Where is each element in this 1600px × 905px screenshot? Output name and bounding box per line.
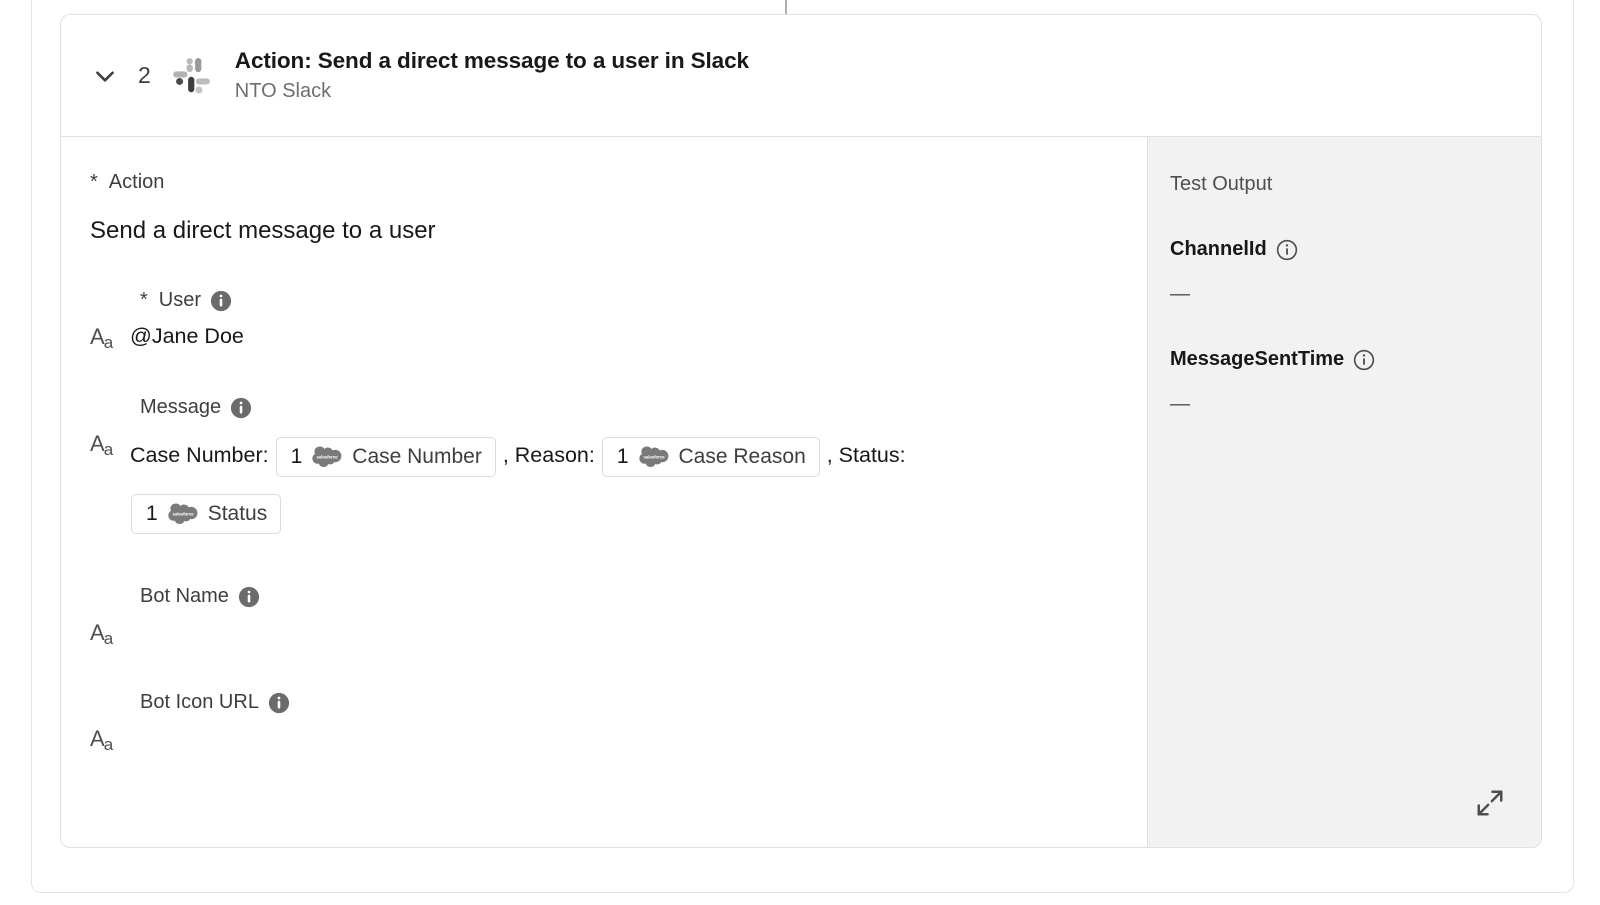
merge-chip-number: 1 — [290, 445, 303, 469]
slack-icon — [173, 57, 210, 93]
merge-chip-number: 1 — [616, 445, 629, 469]
message-field-group: Message Aa Case Number: 1 salesforce Case … — [90, 396, 1117, 541]
expand-arrows-icon[interactable] — [1475, 788, 1505, 818]
slack-action-card: 2 Action: Send a direct message to a use… — [60, 14, 1542, 848]
action-field-group: * Action Send a direct message to a user — [90, 171, 1117, 245]
info-outline-icon[interactable] — [1353, 349, 1375, 371]
action-field-label: * Action — [90, 171, 1117, 194]
bot-name-field-group: Bot Name Aa — [90, 585, 1117, 648]
test-output-item: MessageSentTime — — [1170, 348, 1541, 416]
card-header: 2 Action: Send a direct message to a use… — [61, 15, 1541, 137]
message-input-row: Aa Case Number: 1 salesforce Case Number ,… — [90, 427, 1117, 541]
salesforce-cloud-icon: salesforce — [638, 446, 668, 467]
bot-name-label-text: Bot Name — [140, 585, 229, 608]
action-selected-value[interactable]: Send a direct message to a user — [90, 217, 1117, 245]
test-output-panel: Test Output ChannelId — MessageSentTime — [1147, 137, 1541, 847]
message-static-text: , Status: — [820, 443, 912, 468]
bot-name-field-label: Bot Name — [140, 585, 1117, 608]
output-value: — — [1170, 393, 1190, 415]
svg-text:salesforce: salesforce — [317, 454, 339, 459]
test-output-item: ChannelId — — [1170, 238, 1541, 306]
merge-chip-label: Case Number — [352, 445, 482, 469]
action-form: * Action Send a direct message to a user… — [61, 137, 1147, 847]
text-format-icon: Aa — [90, 726, 113, 755]
step-number: 2 — [138, 62, 151, 88]
card-body: * Action Send a direct message to a user… — [61, 137, 1541, 847]
salesforce-cloud-icon-wrap: salesforce — [168, 503, 198, 525]
user-input-row: Aa @Jane Doe — [90, 320, 1117, 352]
card-title: Action: Send a direct message to a user … — [234, 48, 749, 73]
info-filled-icon[interactable] — [238, 586, 260, 608]
test-output-title: Test Output — [1170, 173, 1273, 195]
info-filled-icon[interactable] — [268, 692, 290, 714]
required-asterisk: * — [140, 289, 148, 311]
merge-field-chip[interactable]: 1 salesforce Case Number — [275, 436, 496, 477]
bot-icon-url-field-group: Bot Icon URL Aa — [90, 691, 1117, 754]
output-value: — — [1170, 283, 1190, 305]
output-name: ChannelId — [1170, 238, 1267, 260]
merge-chip-label: Status — [207, 502, 268, 526]
text-format-icon: Aa — [90, 620, 113, 649]
output-name-row: MessageSentTime — [1170, 348, 1541, 371]
info-filled-icon[interactable] — [210, 290, 232, 312]
merge-chip-number: 1 — [146, 502, 158, 526]
svg-text:salesforce: salesforce — [172, 511, 194, 516]
message-label-text: Message — [140, 396, 222, 419]
bot-name-input-row: Aa — [90, 616, 1117, 648]
user-input[interactable]: @Jane Doe — [130, 320, 244, 352]
info-filled-icon[interactable] — [230, 397, 252, 419]
chevron-down-icon[interactable] — [88, 59, 122, 93]
card-subtitle: NTO Slack — [234, 80, 332, 102]
text-format-icon: Aa — [90, 431, 113, 460]
required-asterisk: * — [90, 171, 98, 193]
salesforce-cloud-icon-wrap: salesforce — [312, 446, 342, 468]
merge-field-chip[interactable]: 1 salesforce Status — [131, 493, 282, 534]
output-name: MessageSentTime — [1170, 348, 1345, 370]
bot-icon-url-input-row: Aa — [90, 722, 1117, 754]
output-name-row: ChannelId — [1170, 238, 1541, 261]
salesforce-cloud-icon-wrap: salesforce — [638, 446, 669, 468]
merge-field-chip[interactable]: 1 salesforce Case Reason — [601, 436, 820, 477]
message-rich-text-input[interactable]: Case Number: 1 salesforce Case Number , Re… — [130, 427, 1010, 541]
salesforce-cloud-icon: salesforce — [312, 446, 342, 467]
bot-icon-url-field-label: Bot Icon URL — [140, 691, 1117, 714]
user-label-text: User — [158, 289, 202, 311]
message-static-text: , Reason: — [496, 443, 601, 468]
card-header-text: Action: Send a direct message to a user … — [235, 48, 749, 103]
svg-text:salesforce: salesforce — [643, 454, 665, 459]
message-field-label: Message — [140, 396, 1117, 419]
action-label-text: Action — [108, 171, 165, 193]
bot-icon-url-label-text: Bot Icon URL — [140, 691, 259, 714]
salesforce-cloud-icon: salesforce — [168, 503, 198, 524]
user-field-label: * User — [140, 289, 1117, 312]
merge-chip-label: Case Reason — [678, 445, 806, 469]
user-field-group: * User Aa @Jane Doe — [90, 289, 1117, 352]
message-static-text: Case Number: — [130, 443, 275, 468]
info-outline-icon[interactable] — [1276, 239, 1298, 261]
text-format-icon: Aa — [90, 324, 113, 352]
